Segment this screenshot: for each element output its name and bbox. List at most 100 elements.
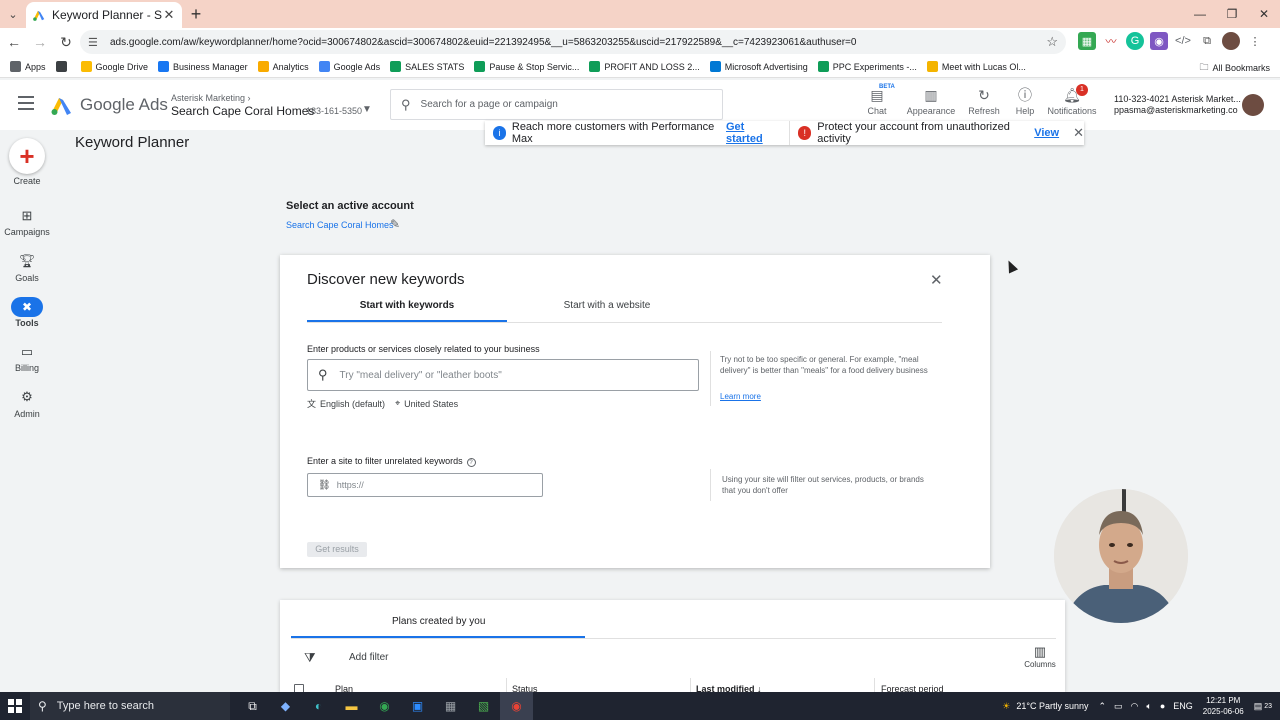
chrome-active-icon[interactable]: ◉ (500, 692, 533, 720)
extension-wave-icon[interactable]: 〰 (1102, 32, 1120, 50)
bookmark-business-manager[interactable]: Business Manager (158, 61, 248, 72)
keywords-input[interactable]: ⚲ Try "meal delivery" or "leather boots" (307, 359, 699, 391)
trophy-icon[interactable]: 🏆︎ (0, 253, 54, 269)
location-selector[interactable]: United States (404, 399, 458, 409)
user-avatar[interactable] (1242, 94, 1264, 116)
tab-close-icon[interactable]: ✕ (162, 7, 176, 23)
chat-button[interactable]: BETA ▤ Chat (849, 84, 905, 116)
volume-icon[interactable]: 🔈︎ (1146, 701, 1151, 712)
page-search-input[interactable]: ⚲ Search for a page or campaign (390, 89, 723, 120)
input-language[interactable]: ENG (1173, 701, 1193, 711)
campaigns-icon[interactable]: ⊞ (0, 208, 54, 224)
presenter-video-icon (1054, 489, 1188, 623)
file-explorer-icon[interactable]: ▬ (335, 692, 368, 720)
chrome-app-icon[interactable]: ◉ (368, 692, 401, 720)
omnibox[interactable]: ☰ ads.google.com/aw/keywordplanner/home?… (80, 30, 1066, 54)
admin-gear-icon[interactable]: ⚙ (0, 389, 54, 405)
address-bar: ← → ↻ ☰ ads.google.com/aw/keywordplanner… (0, 28, 1280, 56)
tab-start-with-keywords[interactable]: Start with keywords (307, 300, 507, 311)
account-parent[interactable]: Asterisk Marketing › (171, 93, 251, 103)
reload-icon[interactable]: ↻ (54, 30, 78, 54)
help-question-icon[interactable]: ? (466, 458, 476, 467)
extension-purple-icon[interactable]: ◉ (1150, 32, 1168, 50)
view-link[interactable]: View (1034, 127, 1059, 139)
zoom-icon[interactable]: ▣ (401, 692, 434, 720)
get-results-button[interactable]: Get results (307, 542, 367, 557)
extension-sheets-icon[interactable]: ▦ (1078, 32, 1096, 50)
weather-widget[interactable]: ☀ 21°C Partly sunny (1002, 701, 1088, 712)
create-button[interactable]: + (9, 138, 45, 174)
new-tab-button[interactable]: + (182, 0, 210, 28)
window-close-icon[interactable]: ✕ (1248, 0, 1280, 28)
extension-code-icon[interactable]: </> (1174, 32, 1192, 50)
forward-icon[interactable]: → (28, 30, 52, 54)
bookmark-ppc-experiments[interactable]: PPC Experiments -... (817, 61, 917, 72)
bookmark-meet-lucas[interactable]: Meet with Lucas Ol... (926, 61, 1026, 72)
edge-icon[interactable]: ◐ (302, 692, 335, 720)
site-info-icon[interactable]: ☰ (88, 36, 102, 49)
tray-chevron-icon[interactable]: ⌃ (1098, 701, 1106, 712)
bookmark-grid[interactable] (55, 61, 71, 72)
account-name[interactable]: Search Cape Coral Homes (171, 104, 314, 118)
nav-billing[interactable]: Billing (0, 363, 54, 373)
bookmark-analytics[interactable]: Analytics (257, 61, 309, 72)
clock[interactable]: 12:21 PM 2025-06-06 (1203, 695, 1244, 717)
extension-grammarly-icon[interactable]: G (1126, 32, 1144, 50)
bookmark-google-ads[interactable]: Google Ads (318, 61, 380, 72)
copilot-icon[interactable]: ◆ (269, 692, 302, 720)
spreadsheet-app-icon[interactable]: ▧ (467, 692, 500, 720)
browser-tab[interactable]: Keyword Planner - Search Cape ✕ (26, 2, 182, 28)
create-label: Create (13, 176, 41, 186)
network-icon[interactable]: ▭ (1114, 701, 1123, 712)
edit-pencil-icon[interactable]: ✎ (390, 217, 400, 231)
user-info[interactable]: 110-323-4021 Asterisk Market... ppasma@a… (1114, 94, 1241, 116)
columns-button[interactable]: ▥ Columns (1018, 644, 1062, 669)
billing-card-icon[interactable]: ▭ (0, 344, 54, 360)
language-selector[interactable]: English (default) (320, 399, 385, 409)
account-dropdown-icon[interactable]: ▼ (362, 104, 372, 115)
notifications-button[interactable]: 1 🔔︎ Notifications (1044, 84, 1100, 116)
bookmark-profit-loss[interactable]: PROFIT AND LOSS 2... (589, 61, 700, 72)
calculator-icon[interactable]: ▦ (434, 692, 467, 720)
url-text[interactable]: ads.google.com/aw/keywordplanner/home?oc… (110, 37, 1046, 48)
bookmark-sales-stats[interactable]: SALES STATS (390, 61, 464, 72)
tab-start-with-website[interactable]: Start with a website (507, 300, 707, 311)
extensions-puzzle-icon[interactable]: ⧉ (1198, 32, 1216, 50)
profile-avatar-icon[interactable] (1222, 32, 1240, 50)
back-icon[interactable]: ← (2, 30, 26, 54)
nav-goals[interactable]: Goals (0, 273, 54, 283)
minimize-icon[interactable]: — (1184, 0, 1216, 28)
site-url-input[interactable]: ⛓ https:// (307, 473, 543, 497)
bookmark-pause-stop[interactable]: Pause & Stop Servic... (474, 61, 579, 72)
notification-center-icon[interactable]: ▤ 23 (1254, 701, 1272, 712)
task-view-icon[interactable]: ⧉ (236, 692, 269, 720)
tools-wrench-icon[interactable]: ✖ (11, 297, 43, 317)
bookmark-apps[interactable]: Apps (10, 61, 46, 72)
columns-icon: ▥ (1033, 644, 1047, 659)
get-started-link[interactable]: Get started (726, 121, 779, 145)
tab-plans-created-by-you[interactable]: Plans created by you (392, 616, 485, 627)
taskbar-search-input[interactable]: ⚲ Type here to search (30, 692, 230, 720)
wifi-icon[interactable]: ◠ (1131, 701, 1139, 712)
browser-menu-icon[interactable]: ⋮ (1246, 32, 1264, 50)
microphone-icon[interactable]: ● (1160, 701, 1165, 711)
all-bookmarks[interactable]: 🗀 All Bookmarks (1199, 60, 1270, 76)
appearance-button[interactable]: ▥ Appearance (903, 86, 959, 116)
nav-admin[interactable]: Admin (0, 409, 54, 419)
hamburger-menu-icon[interactable] (18, 96, 34, 110)
appearance-icon: ▥ (924, 87, 938, 103)
close-discover-icon[interactable]: ✕ (930, 271, 943, 289)
filter-funnel-icon[interactable]: ⧩ (304, 650, 316, 666)
bookmark-star-icon[interactable]: ☆ (1046, 34, 1058, 50)
windows-start-icon[interactable] (0, 692, 30, 720)
nav-campaigns[interactable]: Campaigns (0, 227, 54, 237)
add-filter-button[interactable]: Add filter (349, 652, 388, 663)
close-notice-icon[interactable]: ✕ (1073, 125, 1084, 141)
nav-tools[interactable]: Tools (0, 318, 54, 328)
bookmark-microsoft-advertising[interactable]: Microsoft Advertising (709, 61, 808, 72)
learn-more-link[interactable]: Learn more (720, 392, 761, 401)
active-account-link[interactable]: Search Cape Coral Homes (286, 220, 394, 230)
restore-icon[interactable]: ❐ (1216, 0, 1248, 28)
bookmark-google-drive[interactable]: Google Drive (80, 61, 148, 72)
tab-search-chevron-icon[interactable]: ⌄ (0, 0, 26, 28)
